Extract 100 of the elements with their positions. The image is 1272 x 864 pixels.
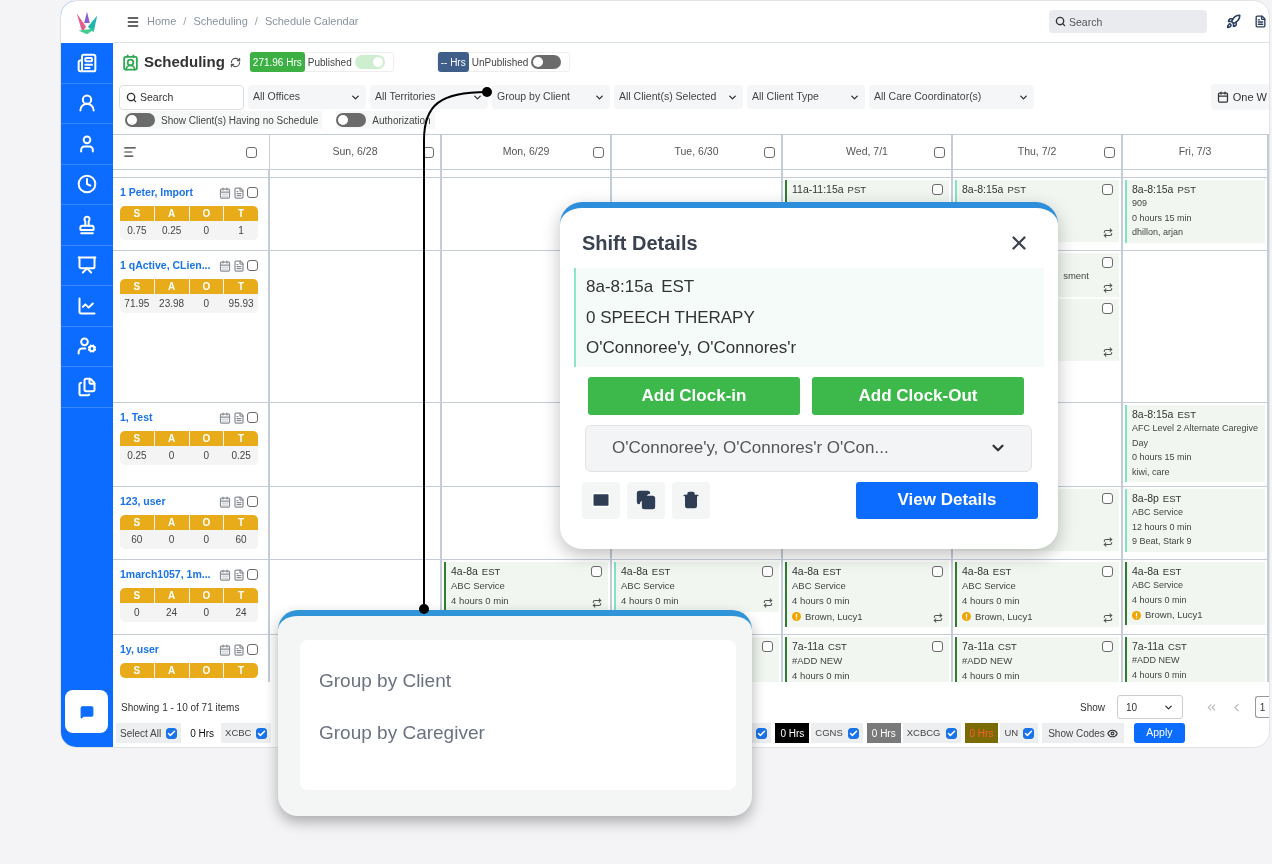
swap-icon[interactable]	[1103, 228, 1113, 238]
checkbox[interactable]	[1104, 147, 1115, 158]
shift-card[interactable]: 8a-8p EST ABC Service 12 hours 0 min 9 Beat, Stark 9	[1125, 489, 1265, 552]
checkbox[interactable]	[932, 641, 943, 652]
shift-card[interactable]: 4a-8a EST ABC Service 4 hours 0 min Brown, Lucy1	[785, 562, 949, 627]
checkbox[interactable]	[247, 644, 258, 656]
document-icon[interactable]	[1254, 14, 1267, 29]
swap-icon[interactable]	[1103, 283, 1113, 293]
calendar-edit-icon[interactable]	[219, 411, 231, 424]
calendar-edit-icon[interactable]	[219, 568, 231, 581]
filter-dropdown[interactable]: All Offices	[248, 85, 366, 109]
checkbox[interactable]	[762, 641, 773, 652]
checkbox[interactable]	[932, 566, 943, 577]
filter-dropdown[interactable]: All Territories	[370, 85, 488, 109]
shift-card[interactable]: 7a-11a CST #ADD NEW 4 hours 0 min	[785, 637, 949, 682]
checkbox[interactable]	[847, 727, 859, 739]
client-link[interactable]: 1, Test	[120, 410, 217, 426]
swap-icon[interactable]	[1103, 347, 1113, 357]
filter-dropdown[interactable]: Group by Client	[492, 85, 610, 109]
checkbox[interactable]	[764, 147, 775, 158]
line-chart-icon[interactable]	[77, 295, 97, 316]
caregiver-select[interactable]: O'Connoree'y, O'Connores'r O'Con...	[585, 424, 1032, 472]
presentation-icon[interactable]	[77, 255, 97, 276]
show-codes-button[interactable]: Show Codes	[1042, 723, 1124, 743]
mail-button[interactable]	[582, 481, 620, 519]
search-field[interactable]: Search	[120, 85, 243, 109]
delete-button[interactable]	[672, 481, 710, 519]
client-link[interactable]: 1 qActive, CLien...	[120, 258, 217, 274]
checkbox[interactable]	[593, 147, 604, 158]
shift-card[interactable]: 7a-11a CST #ADD NEW 4 hours 0 min	[1125, 637, 1265, 682]
checkbox[interactable]	[423, 147, 434, 158]
swap-icon[interactable]	[763, 597, 773, 608]
shift-card[interactable]: 8a-8:15a EST AFC Level 2 Alternate Caregive Day 0 hours 15 min kiwi, care	[1125, 405, 1265, 482]
stamp-icon[interactable]	[77, 214, 97, 235]
view-details-button[interactable]: View Details	[856, 481, 1038, 519]
checkbox[interactable]	[247, 412, 258, 424]
checkbox[interactable]	[247, 260, 258, 272]
page-button[interactable]: 1	[1255, 696, 1269, 718]
checkbox[interactable]	[246, 146, 257, 158]
filter-dropdown[interactable]: All Care Coordinator(s)	[869, 85, 1034, 109]
client-link[interactable]: 123, user	[120, 494, 217, 510]
toggle-switch[interactable]	[125, 113, 155, 127]
toggle-switch[interactable]	[531, 55, 562, 69]
filter-dropdown[interactable]: All Client Type	[747, 85, 865, 109]
copy-button[interactable]	[627, 481, 665, 519]
refresh-icon[interactable]	[229, 56, 241, 68]
rocket-icon[interactable]	[1226, 14, 1241, 29]
client-link[interactable]: 1 Peter, Import	[120, 185, 217, 201]
checkbox[interactable]	[1102, 303, 1113, 314]
calendar-edit-icon[interactable]	[219, 643, 231, 656]
checkbox[interactable]	[934, 147, 945, 158]
checkbox[interactable]	[1102, 257, 1113, 268]
menu-icon[interactable]	[126, 14, 140, 29]
apply-button[interactable]: Apply	[1133, 723, 1185, 743]
chat-button[interactable]	[65, 690, 108, 733]
checkbox[interactable]	[256, 727, 268, 739]
shift-card[interactable]: 4a-8a EST ABC Service 4 hours 0 min	[614, 562, 779, 612]
toggle-switch[interactable]	[336, 113, 367, 127]
checkbox[interactable]	[247, 496, 258, 508]
client-link[interactable]: 1march1057, 1m...	[120, 567, 217, 583]
checkbox[interactable]	[1102, 184, 1113, 195]
user-gear-icon[interactable]	[77, 336, 97, 357]
page-size-select[interactable]: 10	[1117, 695, 1183, 719]
calendar-edit-icon[interactable]	[219, 259, 231, 272]
newspaper-icon[interactable]	[77, 52, 97, 73]
checkbox[interactable]	[247, 569, 258, 581]
checkbox[interactable]	[1102, 493, 1113, 504]
calendar-edit-icon[interactable]	[219, 186, 231, 199]
summary-value: 71.95	[123, 296, 151, 311]
user-icon[interactable]	[77, 93, 97, 114]
checkbox[interactable]	[166, 727, 178, 739]
checkbox[interactable]	[1102, 566, 1113, 577]
checkbox[interactable]	[1102, 641, 1113, 652]
filter-dropdown[interactable]: All Client(s) Selected	[614, 85, 743, 109]
shift-card[interactable]: 8a-8:15a PST 909 0 hours 15 min dhillon, arjan	[1125, 180, 1265, 243]
calendar-edit-icon[interactable]	[219, 495, 231, 508]
checkbox[interactable]	[756, 727, 768, 739]
swap-icon[interactable]	[933, 612, 943, 623]
sort-icon[interactable]	[123, 145, 137, 159]
checkbox[interactable]	[591, 566, 602, 577]
checkbox[interactable]	[932, 184, 943, 195]
swap-icon[interactable]	[592, 597, 602, 608]
checkbox[interactable]	[1023, 727, 1035, 739]
toggle-switch[interactable]	[354, 55, 385, 69]
documents-icon[interactable]	[77, 376, 97, 397]
swap-icon[interactable]	[1103, 537, 1113, 547]
date-range-button[interactable]: One W	[1210, 84, 1269, 110]
hours-badge: 0 Hrs	[866, 723, 901, 743]
shift-card[interactable]: 4a-8a EST ABC Service 4 hours 0 min Brown, Lucy1	[1125, 562, 1265, 626]
user-icon[interactable]	[77, 133, 97, 154]
client-link[interactable]: 1y, user	[120, 642, 217, 658]
clock-icon[interactable]	[77, 174, 97, 195]
shift-card[interactable]: 7a-11a CST #ADD NEW 4 hours 0 min	[955, 637, 1119, 682]
shift-card[interactable]: 4a-8a EST ABC Service 4 hours 0 min	[444, 562, 608, 612]
shift-card[interactable]: 4a-8a EST ABC Service 4 hours 0 min Brown, Lucy1	[955, 562, 1119, 627]
checkbox[interactable]	[945, 727, 957, 739]
checkbox[interactable]	[247, 187, 258, 199]
swap-icon[interactable]	[1103, 612, 1113, 623]
checkbox[interactable]	[762, 566, 773, 577]
search-field[interactable]: Search	[1049, 10, 1207, 33]
